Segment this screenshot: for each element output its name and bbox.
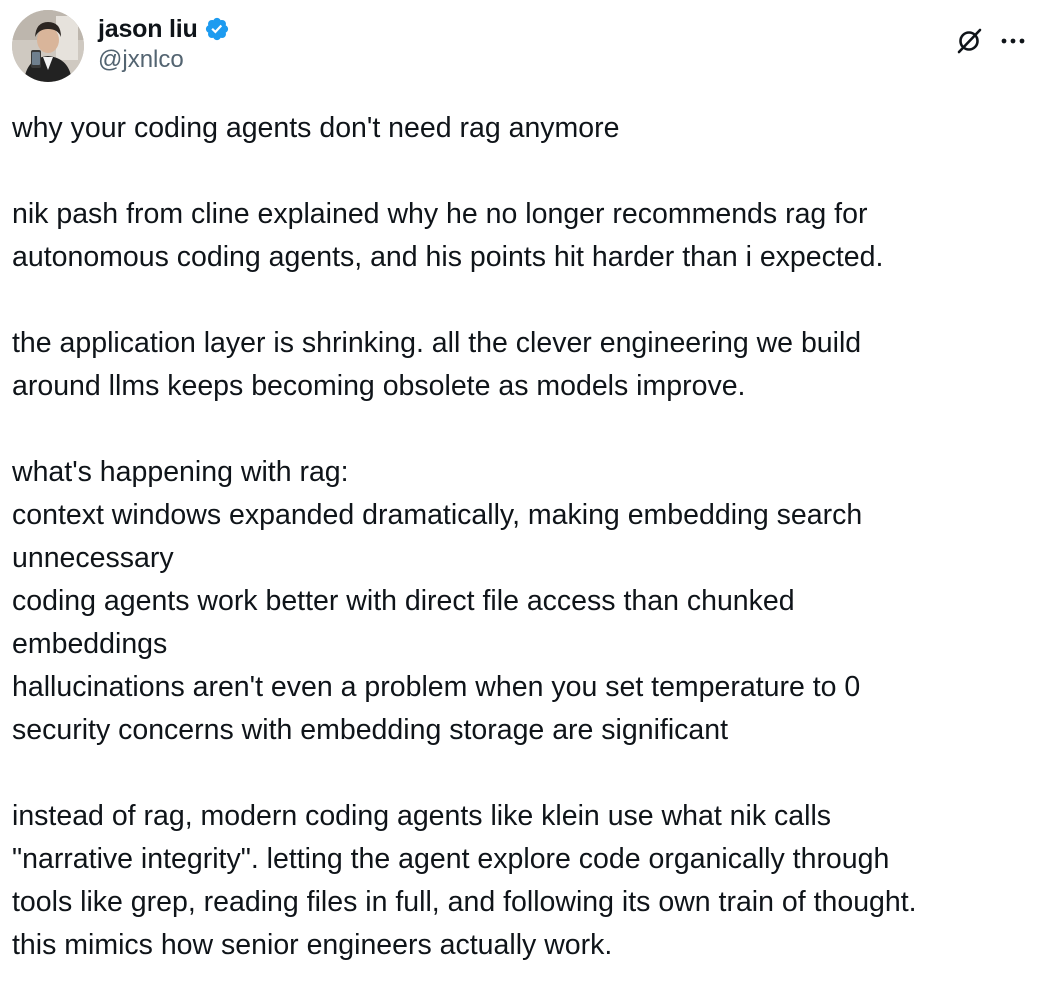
verified-badge-icon[interactable] <box>204 16 230 42</box>
tweet-line: this mimics how senior engineers actuall… <box>12 929 613 961</box>
tweet-line: what's happening with rag: <box>12 456 349 488</box>
author-display-name[interactable]: jason liu <box>98 15 198 44</box>
tweet-paragraph: nik pash from cline explained why he no … <box>12 193 1028 279</box>
tweet-line: why your coding agents don't need rag an… <box>12 112 620 144</box>
avatar[interactable] <box>12 10 84 82</box>
tweet-paragraph: what's happening with rag: context window… <box>12 451 1028 752</box>
name-row: jason liu <box>98 14 230 44</box>
tweet-paragraph: why your coding agents don't need rag an… <box>12 107 1028 150</box>
avatar-photo-icon <box>12 10 84 82</box>
tweet-line: hallucinations aren't even a problem whe… <box>12 671 861 703</box>
tweet-line: tools like grep, reading files in full, … <box>12 886 917 918</box>
tweet-line: unnecessary <box>12 542 174 574</box>
tweet-line: embeddings <box>12 628 168 660</box>
author-block: jason liu @jxnlco <box>98 14 230 74</box>
tweet-line: around llms keeps becoming obsolete as m… <box>12 370 746 402</box>
tweet-line: instead of rag, modern coding agents lik… <box>12 800 832 832</box>
tweet-header: jason liu @jxnlco <box>12 10 1028 82</box>
tweet-line: "narrative integrity". letting the agent… <box>12 843 890 875</box>
tweet-paragraph: instead of rag, modern coding agents lik… <box>12 795 1028 967</box>
tweet-line: security concerns with embedding storage… <box>12 714 729 746</box>
tweet-line: autonomous coding agents, and his points… <box>12 241 884 273</box>
tweet-line: the application layer is shrinking. all … <box>12 327 862 359</box>
tweet-text: why your coding agents don't need rag an… <box>12 107 1028 967</box>
tweet-line: coding agents work better with direct fi… <box>12 585 795 617</box>
tweet-actions <box>954 26 1028 56</box>
tweet-line: nik pash from cline explained why he no … <box>12 198 868 230</box>
grok-icon[interactable] <box>954 26 984 56</box>
tweet-paragraph: the application layer is shrinking. all … <box>12 322 1028 408</box>
author-handle[interactable]: @jxnlco <box>98 46 230 74</box>
more-horizontal-icon[interactable] <box>998 26 1028 56</box>
tweet-line: context windows expanded dramatically, m… <box>12 499 863 531</box>
